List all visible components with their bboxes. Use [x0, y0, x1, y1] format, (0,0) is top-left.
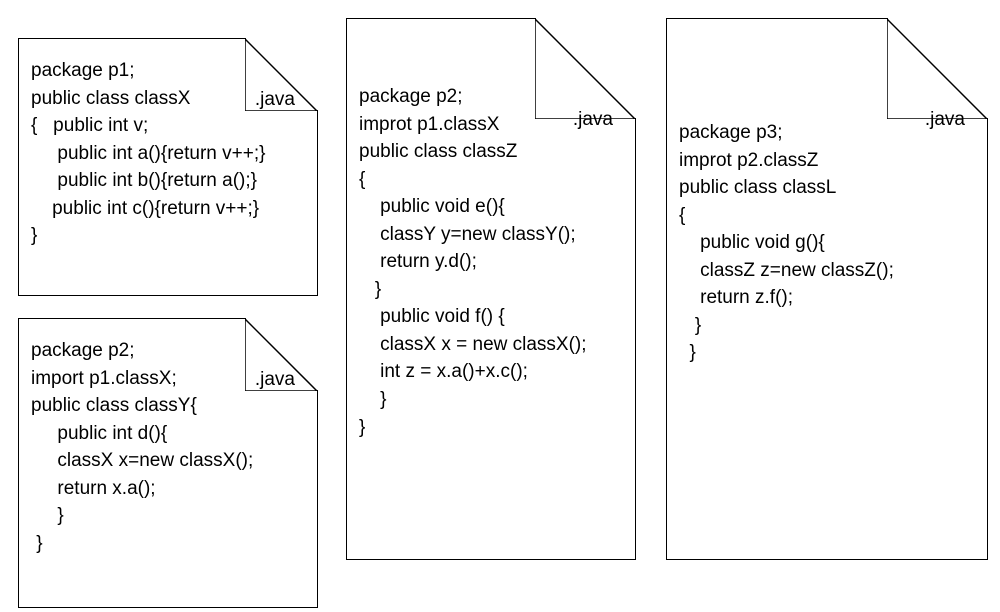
file-extension: .java — [925, 109, 965, 131]
java-file-classX: .java package p1; public class classX { … — [18, 38, 318, 296]
java-file-classY: .java package p2; import p1.classX; publ… — [18, 318, 318, 608]
file-extension: .java — [255, 89, 295, 111]
code-content: package p3; improt p2.classZ public clas… — [679, 119, 975, 367]
java-file-classZ: .java package p2; improt p1.classX publi… — [346, 18, 636, 560]
page-fold — [536, 18, 636, 118]
page-fold — [888, 18, 988, 118]
file-extension: .java — [573, 109, 613, 131]
code-content: package p2; improt p1.classX public clas… — [359, 83, 623, 441]
file-extension: .java — [255, 369, 295, 391]
java-file-classL: .java package p3; improt p2.classZ publi… — [666, 18, 988, 560]
